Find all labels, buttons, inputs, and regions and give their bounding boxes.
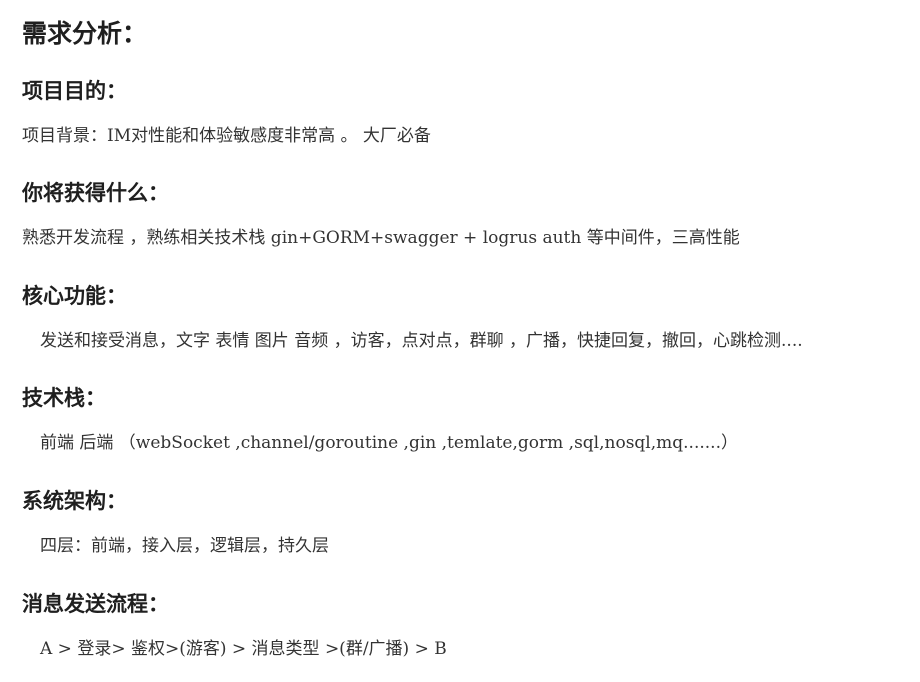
section-body-architecture: 四层：前端，接入层，逻辑层，持久层 [40,536,329,556]
section-body-purpose: 项目背景：IM对性能和体验敏感度非常高 。 大厂必备 [22,126,431,146]
section-heading-core-features: 核心功能： [22,284,127,308]
section-body-gains: 熟悉开发流程 ，熟练相关技术栈 gin+GORM+swagger + logru… [22,228,740,248]
section-heading-gains: 你将获得什么： [22,181,169,205]
section-body-message-flow: A > 登录> 鉴权>(游客) > 消息类型 >(群/广播) > B [40,639,447,659]
section-heading-tech-stack: 技术栈： [22,386,106,410]
section-heading-message-flow: 消息发送流程： [22,592,169,616]
section-heading-purpose: 项目目的： [22,79,127,103]
section-body-core-features: 发送和接受消息，文字 表情 图片 音频 ，访客，点对点，群聊 ，广播，快捷回复，… [40,331,803,351]
section-body-tech-stack: 前端 后端 （webSocket ,channel/goroutine ,gin… [40,433,738,453]
document: 需求分析： 项目目的： 项目背景：IM对性能和体验敏感度非常高 。 大厂必备 你… [0,0,920,682]
page-title: 需求分析： [22,19,148,48]
section-heading-architecture: 系统架构： [22,489,127,513]
